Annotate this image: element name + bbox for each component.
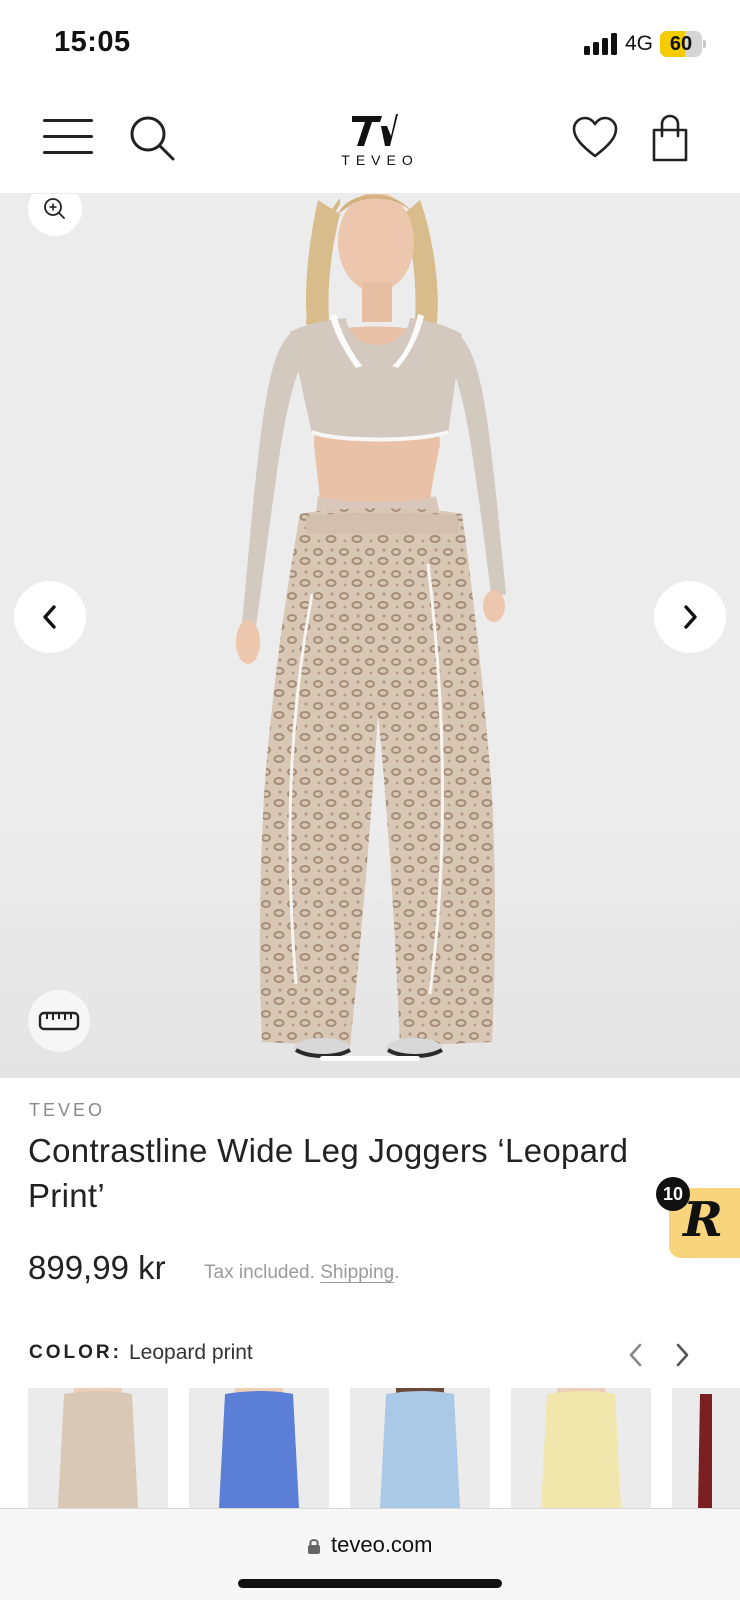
color-label: COLOR:	[29, 1342, 122, 1363]
color-swatch[interactable]	[189, 1388, 329, 1508]
browser-address-bar[interactable]: teveo.com	[0, 1508, 740, 1600]
battery-level: 60	[669, 33, 693, 55]
color-previous-button[interactable]	[623, 1340, 649, 1370]
network-type: 4G	[625, 32, 654, 55]
tax-suffix: .	[394, 1262, 400, 1283]
cellular-signal-icon	[584, 33, 618, 55]
color-swatch[interactable]	[511, 1388, 651, 1508]
product-price: 899,99 kr	[28, 1249, 166, 1286]
url-text: teveo.com	[331, 1532, 433, 1557]
zoom-button[interactable]	[28, 194, 82, 236]
heart-icon	[572, 116, 618, 158]
chevron-right-icon	[676, 1343, 689, 1367]
search-button[interactable]	[128, 114, 178, 164]
lock-icon	[308, 1539, 320, 1554]
product-photo	[236, 194, 506, 1058]
site-header: TEVEO	[0, 90, 740, 194]
chevron-left-icon	[629, 1343, 642, 1367]
chevron-right-icon	[684, 605, 697, 629]
wishlist-button[interactable]	[572, 116, 618, 160]
gallery-position-indicator	[320, 1056, 420, 1061]
tax-note: Tax included. Shipping.	[204, 1262, 399, 1284]
chevron-left-icon	[43, 605, 56, 629]
battery-icon: 60	[660, 31, 706, 57]
logo-mark-icon	[352, 114, 398, 146]
color-next-button[interactable]	[669, 1340, 695, 1370]
color-swatch[interactable]	[28, 1388, 168, 1508]
color-swatch-list	[28, 1388, 740, 1508]
search-icon	[130, 116, 175, 161]
previous-image-button[interactable]	[14, 581, 86, 653]
zoom-in-icon	[44, 198, 65, 219]
menu-icon	[43, 119, 93, 122]
color-swatch[interactable]	[672, 1388, 740, 1508]
shopping-bag-icon	[652, 114, 688, 162]
color-swatch[interactable]	[350, 1388, 490, 1508]
rewards-logo-icon: R	[683, 1192, 723, 1248]
tax-text: Tax included.	[204, 1262, 321, 1283]
brand-logo[interactable]: TEVEO	[334, 112, 420, 174]
rewards-count-badge: 10	[656, 1177, 690, 1211]
product-image-gallery[interactable]	[0, 194, 740, 1078]
status-time: 15:05	[54, 26, 131, 58]
color-selector: COLOR: Leopard print	[29, 1340, 719, 1370]
product-brand: TEVEO	[29, 1100, 106, 1120]
size-guide-button[interactable]	[28, 990, 90, 1052]
home-indicator	[238, 1579, 502, 1588]
next-image-button[interactable]	[654, 581, 726, 653]
ruler-icon	[38, 1011, 80, 1031]
shipping-link[interactable]: Shipping	[320, 1262, 394, 1283]
menu-button[interactable]	[40, 116, 94, 156]
selected-color-value: Leopard print	[129, 1341, 253, 1364]
product-title: Contrastline Wide Leg Joggers ‘Leopard P…	[28, 1132, 629, 1214]
status-bar: 15:05 4G 60	[0, 0, 740, 90]
cart-button[interactable]	[650, 114, 690, 162]
logo-text: TEVEO	[341, 152, 419, 168]
